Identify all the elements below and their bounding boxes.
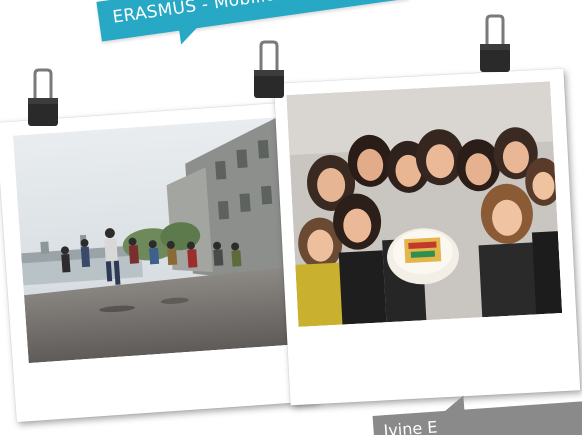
bottom-banner-tail xyxy=(441,395,465,414)
binder-clip-icon xyxy=(480,14,510,72)
group-cake-image xyxy=(286,81,563,327)
right-polaroid xyxy=(273,68,581,406)
binder-clip-icon xyxy=(254,40,284,98)
erasmus-banner-tail xyxy=(178,25,201,45)
bottom-banner-text: Ivine E xyxy=(382,417,438,435)
binder-clip-icon xyxy=(28,68,58,126)
jumping-group-image xyxy=(12,117,294,364)
erasmus-banner: ERASMUS - Mobilitnost xyxy=(95,0,409,45)
group-cake-photo xyxy=(286,81,563,327)
collage: ERASMUS - Mobilitnost Ivine E xyxy=(0,0,582,435)
left-polaroid xyxy=(0,101,317,423)
jumping-group-photo xyxy=(12,117,294,364)
